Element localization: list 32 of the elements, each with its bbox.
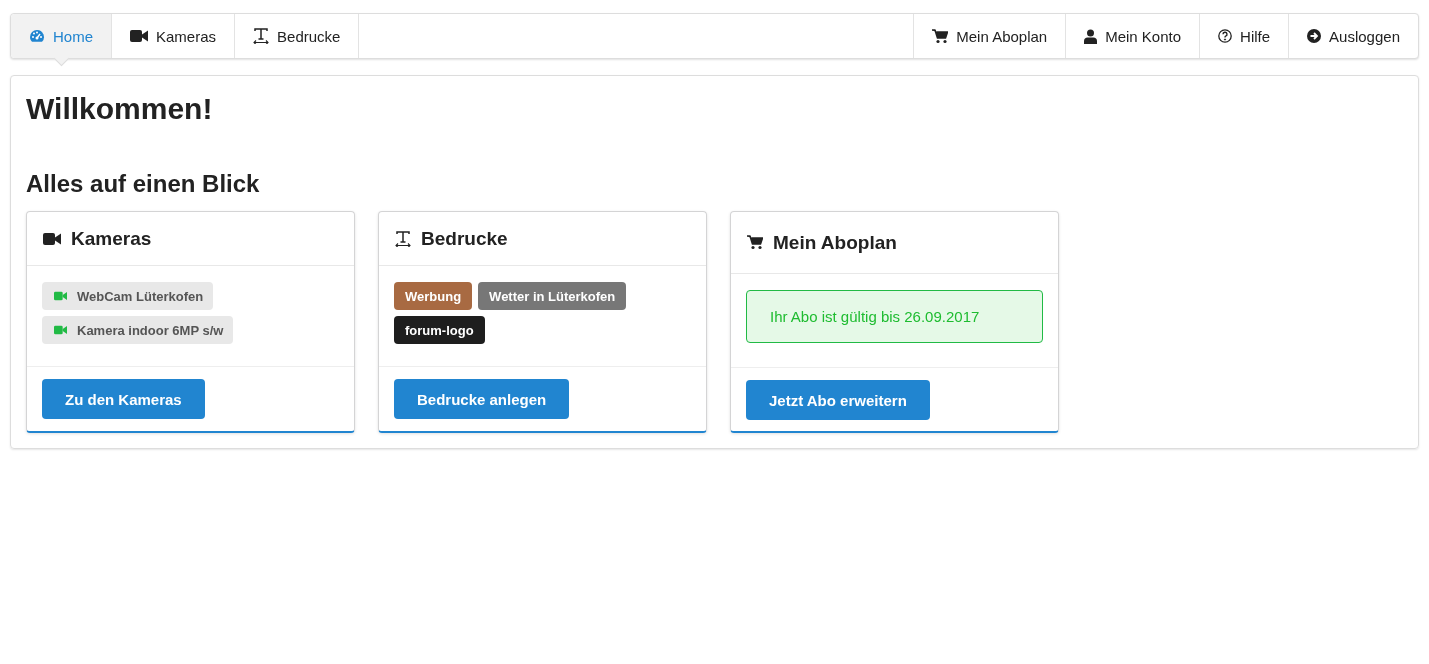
tag-label[interactable]: Werbung: [394, 282, 473, 310]
video-camera-icon: [54, 325, 67, 335]
gauge-icon: [29, 29, 45, 43]
user-icon: [1084, 28, 1098, 44]
arrow-circle-icon: [1307, 29, 1322, 43]
success-alert: Ihr Abo ist gültig bis 26.09.2017: [746, 290, 1043, 343]
nav-tab[interactable]: Mein Konto: [1065, 14, 1200, 58]
camera-badge[interactable]: WebCam Lüterkofen: [42, 282, 214, 310]
nav-tab[interactable]: Bedrucke: [235, 14, 360, 58]
nav-tab[interactable]: Mein Aboplan: [913, 14, 1066, 58]
cart-icon: [932, 28, 949, 44]
page-heading: Willkommen!: [26, 92, 213, 126]
card-title: Bedrucke: [421, 226, 508, 251]
nav-tab[interactable]: Kameras: [112, 14, 236, 58]
section-heading: Alles auf einen Blick: [26, 170, 260, 198]
text-width-icon: [253, 28, 270, 44]
card-title: Mein Aboplan: [773, 230, 897, 255]
video-camera-icon: [54, 291, 67, 301]
action-button[interactable]: Jetzt Abo erweitern: [746, 380, 930, 420]
video-camera-icon: [130, 30, 148, 42]
text-width-icon: [395, 230, 411, 247]
video-camera-icon: [43, 232, 61, 245]
question-circle-icon: [1218, 29, 1233, 43]
nav-tab[interactable]: Ausloggen: [1288, 14, 1418, 58]
camera-badge[interactable]: Kamera indoor 6MP s/w: [42, 316, 234, 344]
card-title: Kameras: [71, 226, 152, 251]
tag-label[interactable]: forum-logo: [394, 316, 485, 344]
nav-tab[interactable]: Hilfe: [1199, 14, 1289, 58]
action-button[interactable]: Bedrucke anlegen: [394, 379, 570, 419]
cart-icon: [747, 235, 763, 250]
action-button[interactable]: Zu den Kameras: [42, 379, 205, 419]
tag-label[interactable]: Wetter in Lüterkofen: [478, 282, 627, 310]
